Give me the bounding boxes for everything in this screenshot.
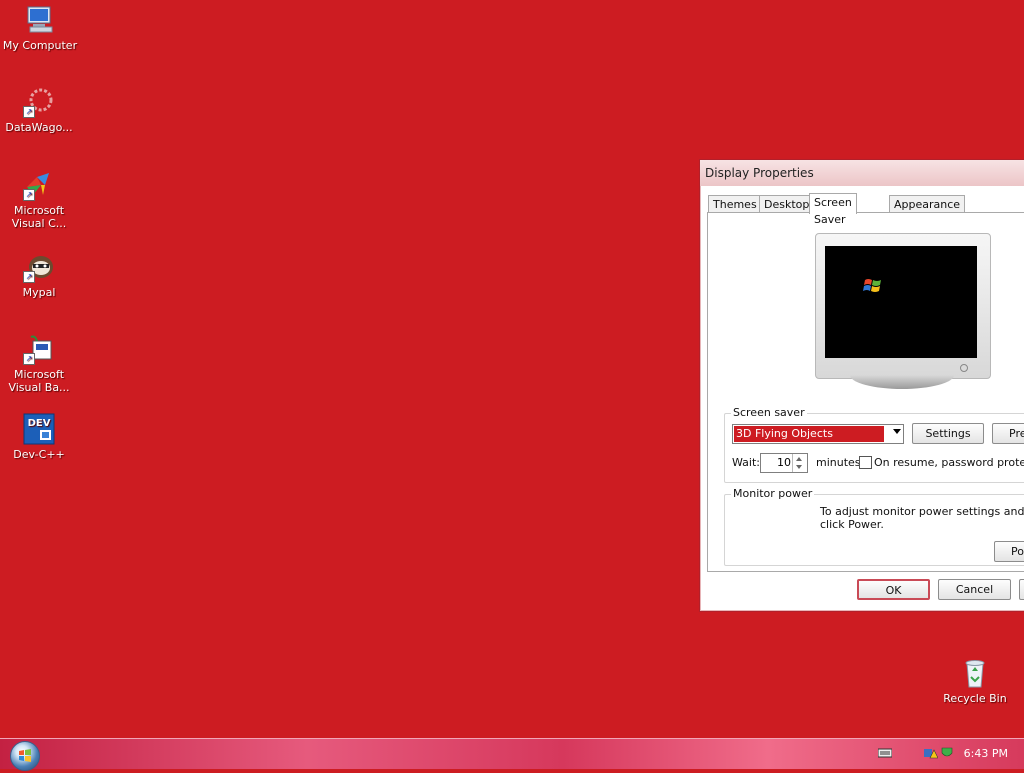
security-shield-icon[interactable] <box>940 747 954 759</box>
desktop-icon-visual-basic[interactable]: ↗ Microsoft Visual Ba... <box>0 333 78 394</box>
start-button[interactable] <box>10 741 40 771</box>
settings-button[interactable]: Settings <box>912 423 984 444</box>
desktop-icon-datawagon[interactable]: ↗ DataWago... <box>0 86 78 134</box>
svg-text:DEV: DEV <box>28 418 51 429</box>
shortcut-arrow-icon: ↗ <box>23 189 35 201</box>
desktop-icon-label: DataWago... <box>5 121 73 134</box>
screen-saver-preview <box>815 233 991 391</box>
cancel-button[interactable]: Cancel <box>938 579 1011 600</box>
datawagon-shortcut-icon: ↗ <box>23 86 55 118</box>
chevron-down-icon[interactable] <box>893 429 901 434</box>
dialog-title-bar[interactable]: Display Properties <box>700 160 1024 186</box>
desktop-icon-my-computer[interactable]: My Computer <box>1 4 79 52</box>
spin-up-icon[interactable] <box>796 457 802 461</box>
my-computer-icon <box>24 4 56 36</box>
network-warning-icon[interactable] <box>924 747 939 759</box>
tab-appearance[interactable]: Appearance <box>889 195 966 213</box>
ok-button[interactable]: OK <box>857 579 930 600</box>
visual-basic-shortcut-icon: ↗ <box>23 333 55 365</box>
tab-screen-saver[interactable]: Screen Saver <box>809 193 857 226</box>
password-protect-checkbox[interactable] <box>859 456 872 469</box>
tab-desktop[interactable]: Desktop <box>759 195 815 213</box>
password-protect-label[interactable]: On resume, password protect <box>874 456 1024 469</box>
taskbar: 6:43 PM <box>0 738 1024 771</box>
monitor-screen <box>825 246 977 358</box>
screen-saver-panel: Screen saver 3D Flying Objects Settings … <box>707 212 1024 572</box>
dev-cpp-icon: DEV <box>23 413 55 445</box>
power-led-icon <box>960 364 968 372</box>
windows-logo-icon <box>19 749 31 762</box>
power-button[interactable]: Po <box>994 541 1024 562</box>
shortcut-arrow-icon: ↗ <box>23 271 35 283</box>
desktop-icon-label: Dev-C++ <box>13 448 65 461</box>
desktop-icon-mypal[interactable]: ↗ Mypal <box>0 251 78 299</box>
desktop-icon-label: My Computer <box>2 39 78 52</box>
desktop-icon-label: Mypal <box>22 286 56 299</box>
recycle-bin-icon <box>959 657 991 689</box>
dialog-title: Display Properties <box>705 166 814 180</box>
mypal-shortcut-icon: ↗ <box>23 251 55 283</box>
screen-saver-group-label: Screen saver <box>731 406 807 419</box>
preview-button[interactable]: Pre <box>992 423 1024 444</box>
shortcut-arrow-icon: ↗ <box>23 353 35 365</box>
desktop-icon-recycle-bin[interactable]: Recycle Bin <box>936 657 1014 705</box>
spinner-arrows[interactable] <box>792 454 807 472</box>
display-properties-dialog: Display Properties Themes Desktop Screen… <box>699 159 1024 612</box>
apply-button[interactable] <box>1019 579 1024 600</box>
monitor-bezel <box>815 233 991 379</box>
shortcut-arrow-icon: ↗ <box>23 106 35 118</box>
visual-cpp-shortcut-icon: ↗ <box>23 169 55 201</box>
tab-themes[interactable]: Themes <box>708 195 762 213</box>
desktop-icon-dev-cpp[interactable]: DEV Dev-C++ <box>0 413 78 461</box>
spin-down-icon[interactable] <box>796 465 802 469</box>
keyboard-icon[interactable] <box>877 747 893 759</box>
monitor-stand <box>850 375 954 389</box>
wait-label: Wait: <box>732 456 760 469</box>
monitor-power-group-label: Monitor power <box>731 487 815 500</box>
wait-value: 10 <box>777 456 791 469</box>
screen-saver-selected-value: 3D Flying Objects <box>734 426 884 442</box>
screen-saver-select[interactable]: 3D Flying Objects <box>732 424 904 444</box>
monitor-power-description-2: click Power. <box>820 518 884 531</box>
monitor-power-description-1: To adjust monitor power settings and sav… <box>820 505 1024 518</box>
desktop-icon-label: Microsoft Visual Ba... <box>8 368 70 394</box>
desktop-icon-label: Recycle Bin <box>943 692 1007 705</box>
windows-logo-icon <box>863 279 881 292</box>
desktop-icon-label: Microsoft Visual C... <box>11 204 67 230</box>
wait-minutes-spinner[interactable]: 10 <box>760 453 808 473</box>
minutes-label: minutes <box>816 456 861 469</box>
desktop-icon-visual-cpp[interactable]: ↗ Microsoft Visual C... <box>0 169 78 230</box>
system-tray: 6:43 PM <box>877 739 1024 769</box>
taskbar-clock[interactable]: 6:43 PM <box>964 747 1008 760</box>
